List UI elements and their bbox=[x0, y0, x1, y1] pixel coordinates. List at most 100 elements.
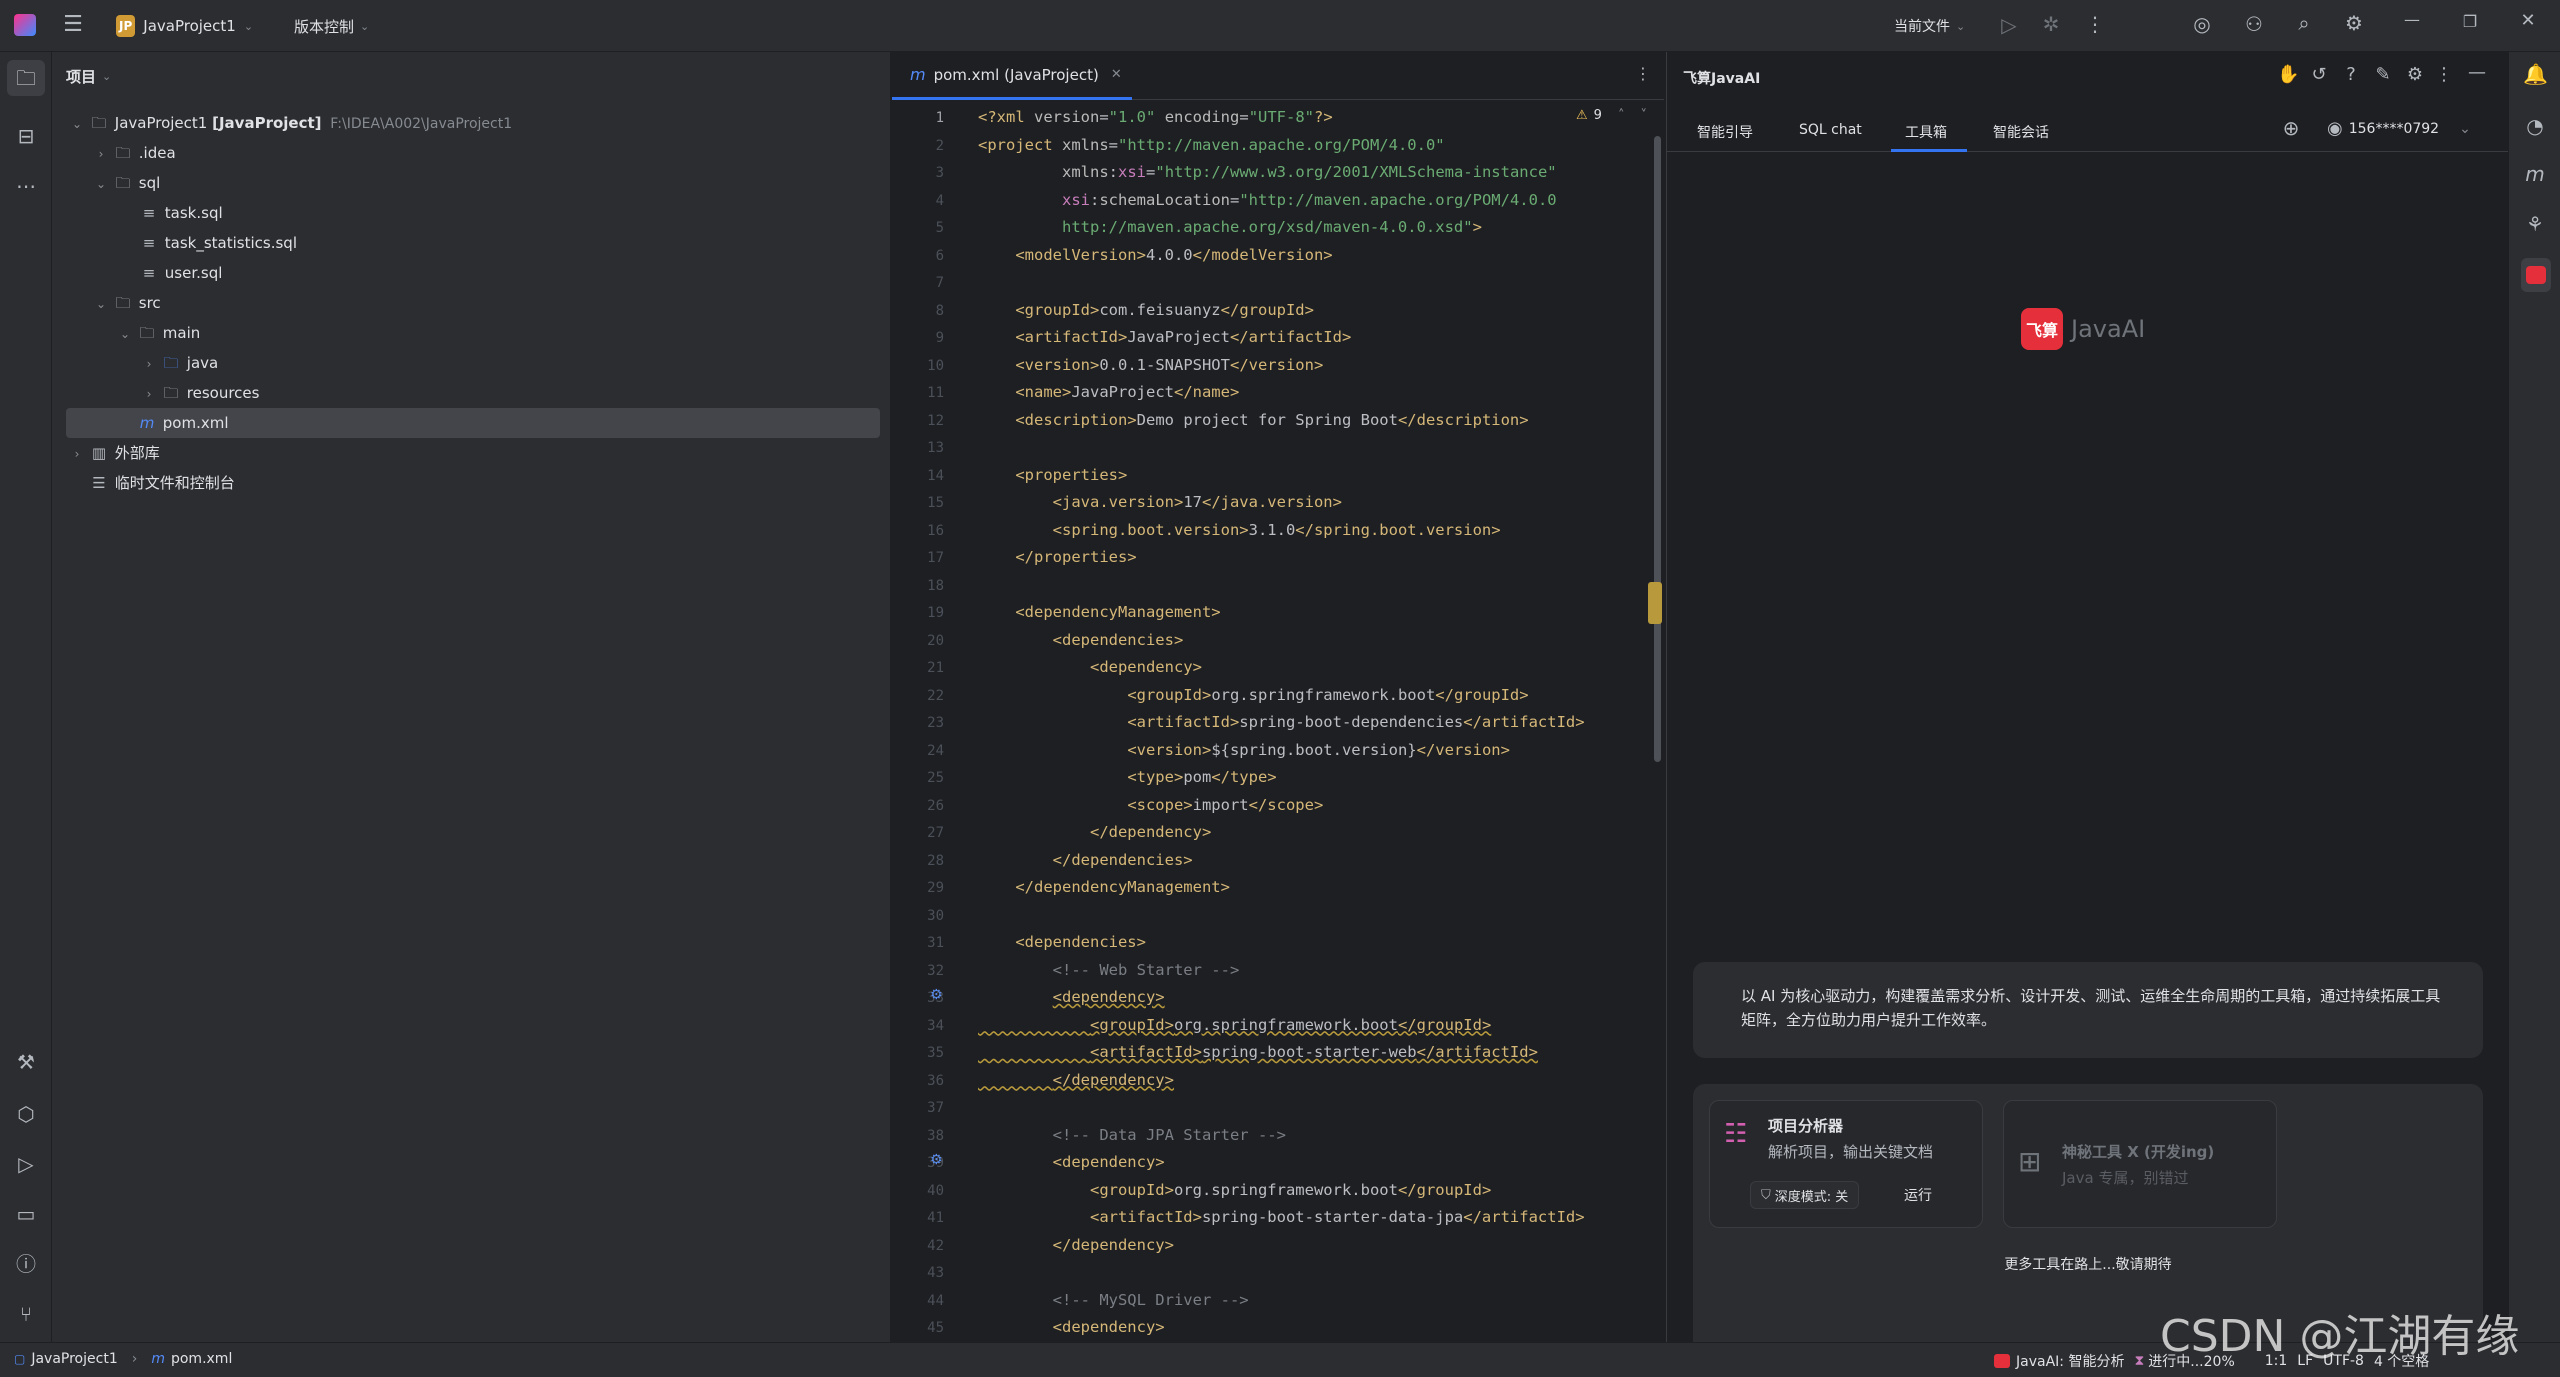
main-menu-icon[interactable]: ☰ bbox=[60, 14, 86, 36]
hide-panel-icon[interactable]: — bbox=[2467, 64, 2487, 82]
root-path: F:\IDEA\A002\JavaProject1 bbox=[330, 116, 513, 132]
maven-icon[interactable]: m bbox=[2523, 164, 2547, 184]
tool-project-analyzer[interactable]: ☷ 项目分析器 解析项目，输出关键文档 ⛉ 深度模式: 关 运行 bbox=[1709, 1100, 1983, 1228]
chevron-down-icon[interactable]: ⌄ bbox=[66, 109, 88, 139]
node-label: sql bbox=[138, 174, 161, 192]
tree-node-java[interactable]: › 🗀 java bbox=[138, 348, 219, 379]
chevron-down-icon[interactable]: ⌄ bbox=[90, 169, 112, 199]
tab-chat[interactable]: 智能会话 bbox=[1993, 122, 2049, 142]
structure-icon[interactable]: ⊟ bbox=[14, 126, 38, 146]
right-tool-strip: 🔔 ◔ m ⚘ bbox=[2508, 52, 2560, 1342]
spring-gutter-icon[interactable]: ⚙ bbox=[930, 1152, 943, 1168]
tab-pom-xml[interactable]: m pom.xml (JavaProject) ✕ bbox=[892, 52, 1132, 100]
tree-node-external-libs[interactable]: › ▥ 外部库 bbox=[66, 438, 160, 468]
project-panel-header[interactable]: 项目 ⌄ bbox=[66, 66, 111, 87]
left-tool-strip: 🗀 ⊟ ⋯ ⚒ ⬡ ▷ ▭ ⓘ ⑂ bbox=[0, 52, 52, 1342]
more-options-icon[interactable]: ⋮ bbox=[2435, 66, 2453, 84]
line-number: 19 bbox=[927, 605, 944, 621]
run-config-selector[interactable]: 当前文件 ⌄ bbox=[1894, 12, 1965, 40]
close-icon[interactable]: ✕ bbox=[2516, 12, 2540, 30]
build-icon[interactable]: ⚒ bbox=[14, 1052, 38, 1072]
line-number: 43 bbox=[927, 1265, 944, 1281]
search-icon[interactable]: ⌕ bbox=[2292, 13, 2316, 33]
plugin-icon[interactable]: ⚘ bbox=[2523, 214, 2547, 234]
notifications-icon[interactable]: 🔔 bbox=[2523, 64, 2548, 84]
tab-sql-chat[interactable]: SQL chat bbox=[1799, 122, 1862, 138]
crumb-project[interactable]: JavaProject1 bbox=[31, 1351, 117, 1367]
run-button[interactable]: 运行 bbox=[1904, 1185, 1932, 1205]
run-icon[interactable]: ▷ bbox=[1998, 15, 2020, 35]
chevron-down-icon[interactable]: ⌄ bbox=[90, 289, 112, 319]
minimize-icon[interactable]: — bbox=[2400, 12, 2424, 28]
chevron-down-icon[interactable]: ˅ bbox=[1640, 108, 1647, 123]
tree-node-src[interactable]: ⌄ 🗀 src bbox=[90, 288, 161, 318]
ai-chat-icon[interactable]: ◔ bbox=[2523, 116, 2547, 136]
code-line: <artifactId>spring-boot-dependencies</ar… bbox=[1127, 713, 1585, 731]
settings-icon[interactable]: ⚙ bbox=[2405, 66, 2425, 84]
chevron-down-icon[interactable]: ⌄ bbox=[114, 319, 136, 349]
services-icon[interactable]: ▷ bbox=[14, 1154, 38, 1174]
edit-icon[interactable]: ✎ bbox=[2373, 66, 2393, 84]
terminal-icon[interactable]: ▭ bbox=[14, 1204, 38, 1224]
close-icon[interactable]: ✕ bbox=[1111, 67, 1122, 82]
more-tools-icon[interactable]: ⋯ bbox=[14, 176, 38, 196]
more-actions-icon[interactable]: ⋮ bbox=[2084, 14, 2106, 34]
tab-toolbox[interactable]: 工具箱 bbox=[1891, 108, 1967, 152]
tree-node-task-statistics-sql[interactable]: ≡ task_statistics.sql bbox=[138, 228, 297, 258]
code-line: </properties> bbox=[1015, 548, 1137, 566]
chevron-right-icon[interactable]: › bbox=[138, 379, 160, 409]
tree-node-sql[interactable]: ⌄ 🗀 sql bbox=[90, 168, 160, 198]
tree-node-scratches[interactable]: ☰ 临时文件和控制台 bbox=[66, 468, 235, 498]
warning-stripe-marker[interactable] bbox=[1648, 582, 1662, 624]
deep-mode-toggle[interactable]: ⛉ 深度模式: 关 bbox=[1750, 1181, 1860, 1209]
editor-scrollbar[interactable] bbox=[1654, 136, 1661, 762]
chevron-up-icon[interactable]: ˄ bbox=[1618, 108, 1625, 123]
code-line: <dependency> bbox=[1052, 1153, 1165, 1171]
tree-node-root[interactable]: ⌄ 🗀 JavaProject1 [JavaProject] F:\IDEA\A0… bbox=[66, 108, 512, 138]
ai-assistant-icon[interactable]: ◎ bbox=[2190, 14, 2214, 34]
more-tabs-icon[interactable]: ⋮ bbox=[1634, 66, 1652, 82]
node-label: 临时文件和控制台 bbox=[114, 474, 235, 492]
vcs-selector[interactable]: 版本控制 ⌄ bbox=[294, 12, 369, 40]
scratches-icon: ☰ bbox=[92, 474, 106, 492]
tree-node-idea[interactable]: › 🗀 .idea bbox=[90, 138, 176, 168]
inspection-widget[interactable]: ⚠ 9 ˄ ˅ bbox=[1576, 108, 1647, 123]
git-icon[interactable]: ⑂ bbox=[14, 1304, 38, 1324]
chevron-right-icon[interactable]: › bbox=[138, 349, 160, 379]
history-icon[interactable]: ↺ bbox=[2309, 66, 2329, 84]
node-label: user.sql bbox=[164, 264, 223, 282]
code-line: <dependencyManagement> bbox=[1015, 603, 1221, 621]
code-line: <artifactId>JavaProject</artifactId> bbox=[1015, 328, 1352, 346]
project-selector[interactable]: JP JavaProject1 ⌄ bbox=[116, 12, 253, 40]
user-account[interactable]: ◉ 156****0792 ⌄ bbox=[2327, 118, 2471, 139]
code-line: <dependency> bbox=[1052, 988, 1165, 1006]
feedback-icon[interactable]: ✋ bbox=[2277, 66, 2299, 84]
ai-status[interactable]: JavaAI: 智能分析 bbox=[2016, 1351, 2124, 1371]
plugins-icon[interactable]: ⬡ bbox=[14, 1104, 38, 1124]
tree-node-resources[interactable]: › 🗀 resources bbox=[138, 378, 260, 409]
code-line: <artifactId>spring-boot-starter-data-jpa… bbox=[1089, 1208, 1585, 1226]
tree-node-pom[interactable]: m pom.xml bbox=[114, 408, 229, 438]
app-logo-icon[interactable] bbox=[14, 14, 36, 36]
tree-node-main[interactable]: ⌄ 🗀 main bbox=[114, 318, 200, 348]
spring-gutter-icon[interactable]: ⚙ bbox=[930, 987, 943, 1003]
crumb-file[interactable]: pom.xml bbox=[171, 1351, 232, 1367]
chevron-right-icon[interactable]: › bbox=[66, 439, 88, 469]
tree-node-user-sql[interactable]: ≡ user.sql bbox=[138, 258, 223, 288]
node-label: src bbox=[138, 294, 161, 312]
settings-icon[interactable]: ⚙ bbox=[2342, 13, 2366, 33]
add-user-icon[interactable]: ⚇ bbox=[2242, 14, 2266, 34]
tree-node-task-sql[interactable]: ≡ task.sql bbox=[138, 198, 223, 228]
user-phone: 156****0792 bbox=[2348, 120, 2440, 137]
restore-icon[interactable]: ❐ bbox=[2458, 14, 2482, 30]
help-icon[interactable]: ? bbox=[2341, 66, 2361, 84]
add-icon[interactable]: ⊕ bbox=[2279, 118, 2303, 138]
ai-tool-window: 飞算JavaAI ✋ ↺ ? ✎ ⚙ ⋮ — 智能引导 SQL chat 工具箱… bbox=[1666, 52, 2509, 1364]
chevron-right-icon[interactable]: › bbox=[90, 139, 112, 169]
line-number: 40 bbox=[927, 1182, 944, 1199]
debug-icon[interactable]: ✲ bbox=[2040, 14, 2062, 34]
code-line: xsi:schemaLocation="http://maven.apache.… bbox=[1062, 190, 1557, 209]
code-line: <groupId>org.springframework.boot</group… bbox=[1127, 685, 1529, 704]
tab-guide[interactable]: 智能引导 bbox=[1697, 122, 1753, 142]
problems-icon[interactable]: ⓘ bbox=[14, 1254, 38, 1274]
